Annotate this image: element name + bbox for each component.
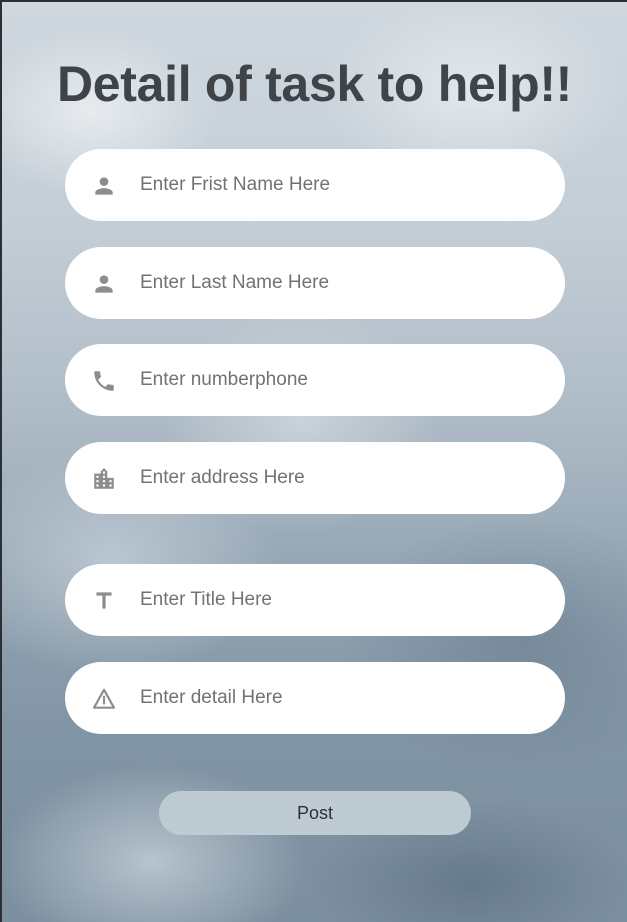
person-icon xyxy=(91,271,117,297)
phone-icon xyxy=(91,368,117,394)
address-field[interactable] xyxy=(65,442,565,514)
building-icon xyxy=(91,466,117,492)
last-name-input[interactable] xyxy=(140,247,540,319)
text-icon xyxy=(91,588,117,614)
app-screen: Detail of task to help!! Enter Frist Nam… xyxy=(2,2,627,922)
phone-field[interactable] xyxy=(65,344,565,416)
last-name-field[interactable] xyxy=(65,247,565,319)
detail-input[interactable] xyxy=(140,662,540,734)
title-input[interactable] xyxy=(140,564,540,636)
page-title: Detail of task to help!! xyxy=(56,56,573,112)
title-field[interactable] xyxy=(65,564,565,636)
first-name-input[interactable] xyxy=(140,149,540,221)
first-name-field[interactable] xyxy=(65,149,565,221)
person-icon xyxy=(91,173,117,199)
post-button[interactable]: Post xyxy=(159,791,471,835)
address-input[interactable] xyxy=(140,442,540,514)
detail-field[interactable] xyxy=(65,662,565,734)
phone-input[interactable] xyxy=(140,344,540,416)
warning-triangle-icon xyxy=(91,686,117,712)
